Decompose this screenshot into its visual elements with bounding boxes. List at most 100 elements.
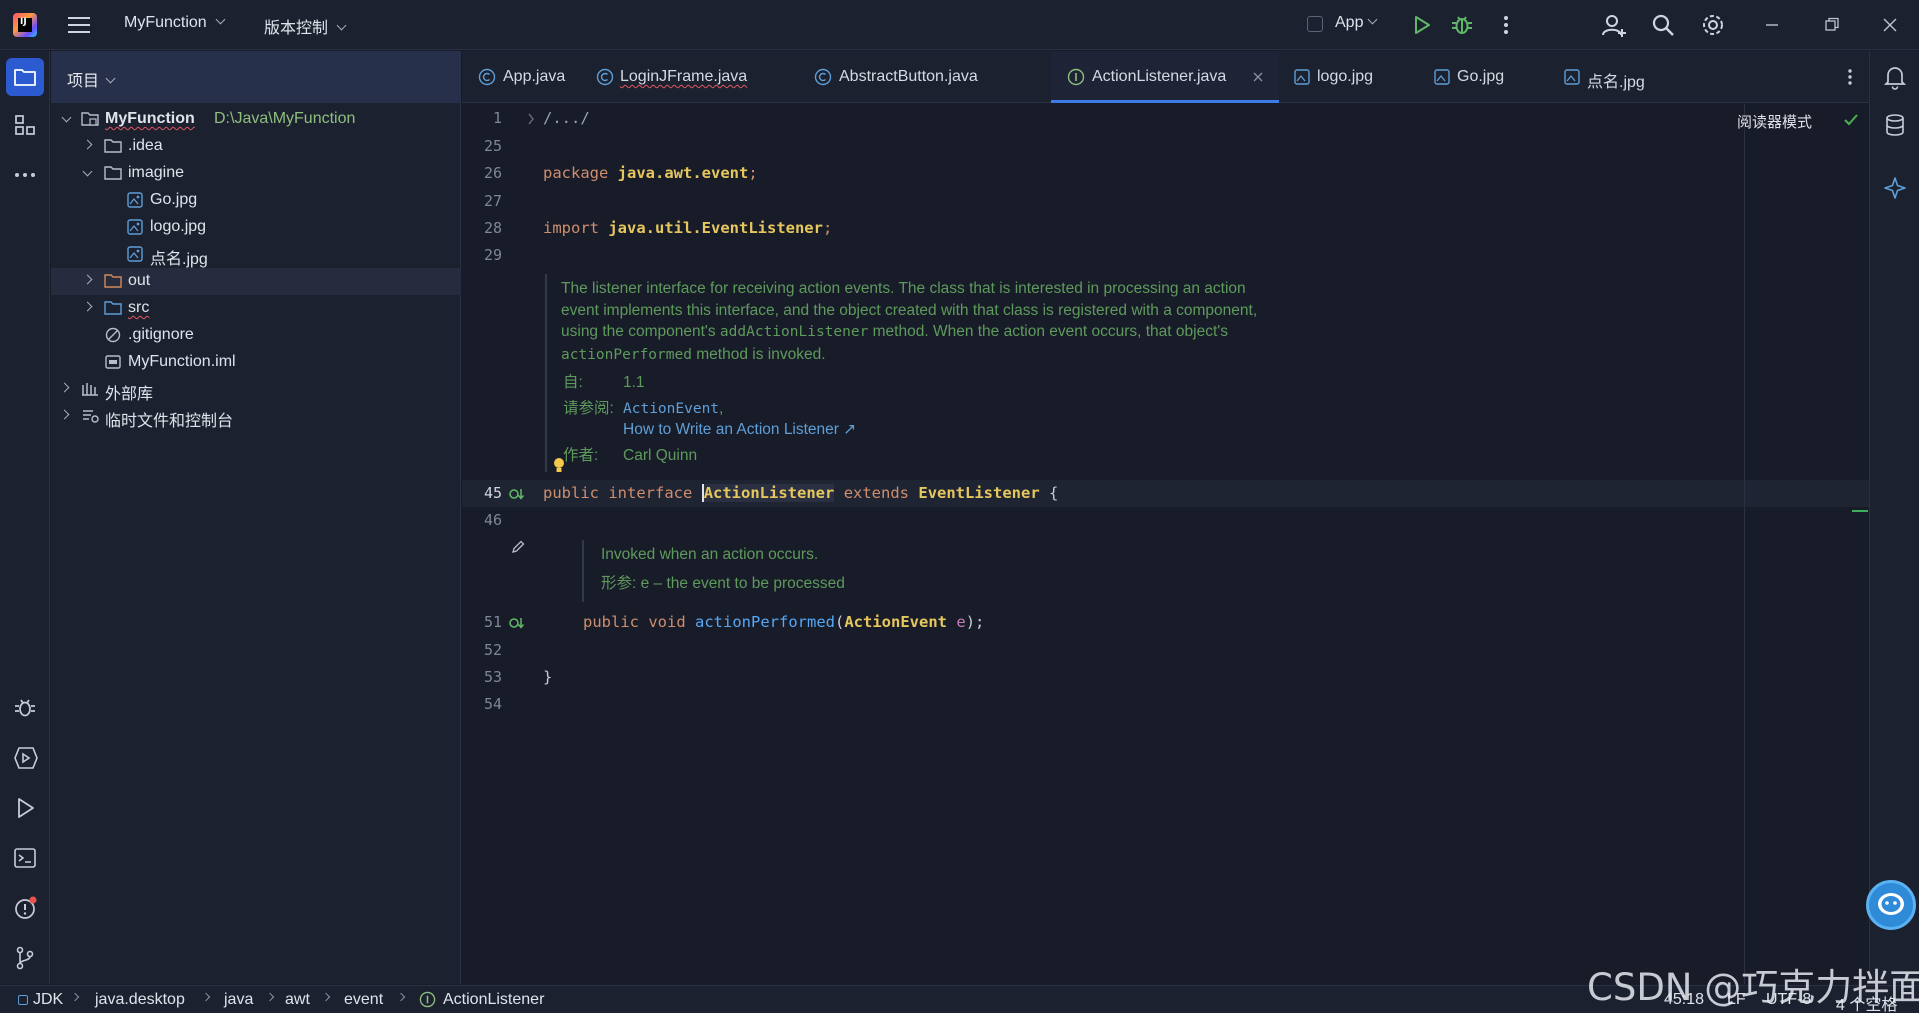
project-switcher[interactable]: MyFunction — [124, 14, 226, 32]
vcs-menu[interactable]: 版本控制 — [264, 14, 347, 38]
see-link-actionevent[interactable]: ActionEvent — [623, 401, 719, 417]
tab-logo-jpg[interactable]: logo.jpg — [1279, 51, 1419, 103]
tab-go-jpg[interactable]: Go.jpg — [1419, 51, 1549, 103]
expand-arrow-icon[interactable] — [59, 409, 70, 420]
breadcrumb-jdk[interactable]: JDK — [33, 991, 63, 1009]
line-number: 53 — [483, 668, 502, 686]
folder-icon — [104, 166, 122, 180]
main-menu-icon[interactable] — [68, 16, 90, 34]
keyword: public — [543, 484, 599, 502]
tree-item-external-libraries[interactable]: 外部库 — [51, 376, 461, 403]
expand-arrow-icon[interactable] — [82, 139, 93, 150]
breadcrumb-actionlistener[interactable]: ActionListener — [443, 991, 544, 1009]
search-icon[interactable] — [1650, 12, 1676, 38]
see-link-how-to[interactable]: How to Write an Action Listener ↗ — [623, 419, 856, 441]
tab-actionlistener-java[interactable]: ActionListener.java — [1051, 51, 1279, 103]
inspection-ok-icon[interactable] — [1843, 112, 1859, 128]
more-vertical-icon[interactable] — [1493, 12, 1519, 38]
tab-loginjframe-java[interactable]: LoginJFrame.java — [580, 51, 798, 103]
expand-arrow-icon[interactable] — [82, 166, 93, 177]
database-icon[interactable] — [1881, 111, 1909, 139]
add-user-icon[interactable] — [1601, 12, 1627, 38]
tree-item-idea[interactable]: .idea — [51, 133, 461, 160]
intellij-logo-icon[interactable]: IJ — [13, 13, 37, 37]
tree-item-dianming-jpg[interactable]: 点名.jpg — [51, 241, 461, 268]
expand-arrow-icon[interactable] — [61, 112, 72, 123]
reader-mode-button[interactable]: 阅读器模式 — [1737, 111, 1812, 132]
run-config-selector[interactable]: App — [1335, 14, 1378, 32]
chevron-down-icon — [215, 14, 226, 25]
method-name[interactable]: actionPerformed — [695, 613, 835, 631]
tree-item-label: imagine — [128, 164, 185, 181]
run-icon[interactable] — [1408, 12, 1434, 38]
keyword: void — [648, 613, 686, 631]
tab-abstractbutton-java[interactable]: AbstractButton.java — [798, 51, 1030, 103]
close-tab-icon[interactable] — [1251, 70, 1265, 84]
implemented-by-icon[interactable] — [508, 485, 526, 503]
external-link[interactable]: How to Write an Action Listener ↗ — [623, 421, 856, 438]
terminal-icon[interactable] — [11, 844, 39, 872]
doc-text: method is invoked. — [691, 345, 826, 363]
folded-header[interactable]: /.../ — [543, 109, 590, 127]
ai-assistant-sparkle-icon[interactable] — [1881, 174, 1909, 202]
chat-assistant-icon[interactable] — [1866, 880, 1916, 930]
tree-item-scratches[interactable]: 临时文件和控制台 — [51, 403, 461, 430]
debug-tool-icon[interactable] — [11, 694, 39, 722]
debug-icon[interactable] — [1449, 12, 1475, 38]
project-view-selector[interactable]: 项目 — [67, 67, 116, 91]
more-horizontal-icon[interactable] — [11, 161, 39, 189]
doc-since-label: 自: — [563, 374, 583, 391]
tree-item-myfunction[interactable]: MyFunction D:\Java\MyFunction — [51, 106, 461, 133]
run-tool-icon[interactable] — [11, 794, 39, 822]
problems-icon[interactable] — [11, 894, 39, 922]
restore-window-icon[interactable] — [1821, 14, 1843, 36]
breadcrumb-java[interactable]: java — [224, 991, 253, 1009]
tree-item-imagine[interactable]: imagine — [51, 160, 461, 187]
settings-gear-icon[interactable] — [1700, 12, 1726, 38]
doc-author-label: 作者: — [563, 447, 599, 464]
tree-item-gitignore[interactable]: .gitignore — [51, 322, 461, 349]
java-class-icon — [814, 68, 832, 86]
tree-item-label: MyFunction.iml — [128, 353, 236, 370]
breadcrumb-event[interactable]: event — [344, 991, 383, 1009]
tree-item-iml[interactable]: MyFunction.iml — [51, 349, 461, 376]
git-branch-icon[interactable] — [11, 944, 39, 972]
interface-icon — [419, 991, 436, 1008]
notifications-bell-icon[interactable] — [1881, 63, 1909, 91]
tab-dianming-jpg[interactable]: 点名.jpg — [1549, 51, 1689, 103]
tab-label: App.java — [503, 68, 566, 85]
minimize-window-icon[interactable] — [1761, 14, 1783, 36]
doc-code: actionPerformed — [561, 346, 692, 363]
expand-arrow-icon[interactable] — [59, 382, 70, 393]
project-tool-button[interactable] — [6, 58, 44, 96]
param-type[interactable]: ActionEvent — [844, 613, 947, 631]
fold-arrow-icon[interactable] — [526, 112, 536, 126]
edit-doc-pencil-icon[interactable] — [510, 539, 526, 555]
doc-line: event implements this interface, and the… — [561, 301, 1258, 319]
structure-icon[interactable] — [11, 111, 39, 139]
implemented-by-icon[interactable] — [508, 614, 526, 632]
breadcrumb-java-desktop[interactable]: java.desktop — [95, 991, 185, 1009]
breadcrumb-awt[interactable]: awt — [285, 991, 310, 1009]
project-panel: 项目 MyFunction D:\Java\MyFunction .idea i… — [51, 51, 461, 984]
expand-arrow-icon[interactable] — [82, 301, 93, 312]
tab-label: LoginJFrame.java — [620, 68, 748, 85]
lightbulb-icon[interactable] — [552, 457, 566, 475]
project-panel-title: 项目 — [67, 73, 100, 90]
interface-name[interactable]: ActionListener — [701, 484, 835, 502]
expand-arrow-icon[interactable] — [82, 274, 93, 285]
services-icon[interactable] — [11, 744, 39, 772]
parent-interface[interactable]: EventListener — [918, 484, 1039, 502]
code-editor[interactable]: 1 25 26 27 28 29 45 46 51 52 53 54 /.../… — [462, 104, 1869, 984]
tab-app-java[interactable]: App.java — [462, 51, 580, 103]
tab-options-icon[interactable] — [1840, 67, 1860, 87]
method-declaration: public void actionPerformed(ActionEvent … — [583, 613, 984, 631]
close-window-icon[interactable] — [1879, 14, 1901, 36]
project-name: MyFunction — [124, 14, 207, 31]
run-config-label: App — [1335, 14, 1364, 31]
doc-comment-bar — [545, 274, 547, 472]
tree-item-src[interactable]: src — [51, 295, 461, 322]
tree-item-out[interactable]: out — [51, 268, 461, 295]
tree-item-go-jpg[interactable]: Go.jpg — [51, 187, 461, 214]
tree-item-logo-jpg[interactable]: logo.jpg — [51, 214, 461, 241]
